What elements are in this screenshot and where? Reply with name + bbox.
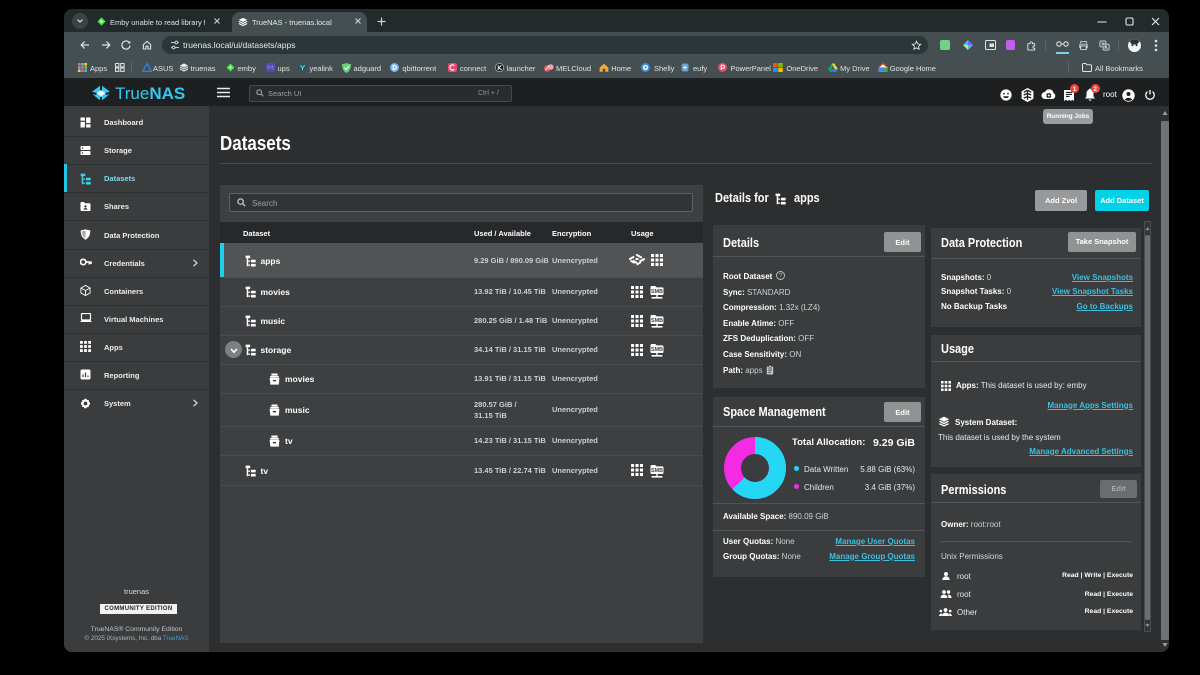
svg-text:SMB: SMB [651, 347, 663, 353]
svg-text:SMB: SMB [651, 318, 663, 324]
svg-text:SMB: SMB [651, 289, 663, 295]
svg-text:SMB: SMB [651, 468, 663, 474]
